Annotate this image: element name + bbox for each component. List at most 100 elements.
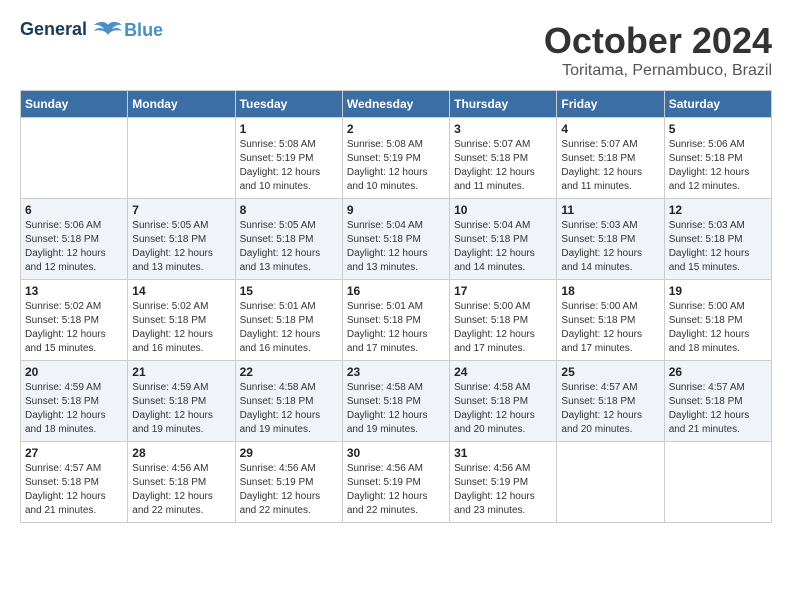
calendar-day-cell: 6Sunrise: 5:06 AM Sunset: 5:18 PM Daylig… [21, 199, 128, 280]
day-number: 28 [132, 446, 230, 460]
day-number: 29 [240, 446, 338, 460]
col-saturday: Saturday [664, 91, 771, 118]
day-detail: Sunrise: 5:08 AM Sunset: 5:19 PM Dayligh… [240, 138, 338, 194]
logo: General Blue [20, 20, 163, 41]
calendar-day-cell: 24Sunrise: 4:58 AM Sunset: 5:18 PM Dayli… [450, 361, 557, 442]
day-number: 31 [454, 446, 552, 460]
calendar-day-cell: 4 Sunrise: 5:07 AM Sunset: 5:18 PM Daylig… [557, 118, 664, 199]
calendar-day-cell [21, 118, 128, 199]
day-number: 12 [669, 203, 767, 217]
calendar-day-cell: 26 Sunrise: 4:57 AM Sunset: 5:18 PM Dayli… [664, 361, 771, 442]
day-number: 24 [454, 365, 552, 379]
day-detail: Sunrise: 5:04 AM Sunset: 5:18 PM Dayligh… [347, 219, 445, 275]
day-detail: Sunrise: 5:06 AM Sunset: 5:18 PM Dayligh… [669, 138, 767, 194]
day-number: 10 [454, 203, 552, 217]
calendar-day-cell: 21Sunrise: 4:59 AM Sunset: 5:18 PM Dayli… [128, 361, 235, 442]
day-detail: Sunrise: 5:03 AM Sunset: 5:18 PM Dayligh… [561, 219, 659, 275]
calendar-day-cell: 8 Sunrise: 5:05 AM Sunset: 5:18 PM Daylig… [235, 199, 342, 280]
day-detail: Sunrise: 4:57 AM Sunset: 5:18 PM Dayligh… [25, 462, 123, 518]
calendar-day-cell: 15 Sunrise: 5:01 AM Sunset: 5:18 PM Dayli… [235, 280, 342, 361]
calendar-day-cell: 2 Sunrise: 5:08 AM Sunset: 5:19 PM Daylig… [342, 118, 449, 199]
day-detail: Sunrise: 4:56 AM Sunset: 5:19 PM Dayligh… [454, 462, 552, 518]
day-number: 30 [347, 446, 445, 460]
day-number: 5 [669, 122, 767, 136]
col-friday: Friday [557, 91, 664, 118]
day-detail: Sunrise: 5:00 AM Sunset: 5:18 PM Dayligh… [561, 300, 659, 356]
logo-text: General [20, 20, 122, 40]
calendar-day-cell [557, 442, 664, 523]
day-number: 22 [240, 365, 338, 379]
day-number: 14 [132, 284, 230, 298]
day-detail: Sunrise: 5:00 AM Sunset: 5:18 PM Dayligh… [669, 300, 767, 356]
day-number: 15 [240, 284, 338, 298]
day-number: 26 [669, 365, 767, 379]
calendar-week-row: 1 Sunrise: 5:08 AM Sunset: 5:19 PM Daylig… [21, 118, 772, 199]
calendar-day-cell: 30Sunrise: 4:56 AM Sunset: 5:19 PM Dayli… [342, 442, 449, 523]
day-number: 27 [25, 446, 123, 460]
day-detail: Sunrise: 4:58 AM Sunset: 5:18 PM Dayligh… [347, 381, 445, 437]
logo-bird-icon [94, 21, 122, 41]
day-number: 4 [561, 122, 659, 136]
calendar-day-cell [128, 118, 235, 199]
calendar-day-cell: 1 Sunrise: 5:08 AM Sunset: 5:19 PM Daylig… [235, 118, 342, 199]
day-detail: Sunrise: 4:56 AM Sunset: 5:18 PM Dayligh… [132, 462, 230, 518]
day-number: 2 [347, 122, 445, 136]
calendar-day-cell: 9 Sunrise: 5:04 AM Sunset: 5:18 PM Daylig… [342, 199, 449, 280]
calendar-day-cell: 23 Sunrise: 4:58 AM Sunset: 5:18 PM Dayli… [342, 361, 449, 442]
calendar-day-cell: 18 Sunrise: 5:00 AM Sunset: 5:18 PM Dayli… [557, 280, 664, 361]
day-number: 8 [240, 203, 338, 217]
calendar-day-cell: 3 Sunrise: 5:07 AM Sunset: 5:18 PM Daylig… [450, 118, 557, 199]
col-tuesday: Tuesday [235, 91, 342, 118]
col-sunday: Sunday [21, 91, 128, 118]
col-thursday: Thursday [450, 91, 557, 118]
day-detail: Sunrise: 5:07 AM Sunset: 5:18 PM Dayligh… [454, 138, 552, 194]
calendar-day-cell: 16 Sunrise: 5:01 AM Sunset: 5:18 PM Dayli… [342, 280, 449, 361]
day-number: 23 [347, 365, 445, 379]
calendar-week-row: 20 Sunrise: 4:59 AM Sunset: 5:18 PM Dayli… [21, 361, 772, 442]
day-number: 17 [454, 284, 552, 298]
col-monday: Monday [128, 91, 235, 118]
calendar-day-cell: 22Sunrise: 4:58 AM Sunset: 5:18 PM Dayli… [235, 361, 342, 442]
calendar-day-cell: 19 Sunrise: 5:00 AM Sunset: 5:18 PM Dayli… [664, 280, 771, 361]
day-number: 11 [561, 203, 659, 217]
day-detail: Sunrise: 4:57 AM Sunset: 5:18 PM Dayligh… [561, 381, 659, 437]
calendar-day-cell: 10 Sunrise: 5:04 AM Sunset: 5:18 PM Dayli… [450, 199, 557, 280]
calendar-day-cell: 17Sunrise: 5:00 AM Sunset: 5:18 PM Dayli… [450, 280, 557, 361]
day-number: 7 [132, 203, 230, 217]
calendar-week-row: 6Sunrise: 5:06 AM Sunset: 5:18 PM Daylig… [21, 199, 772, 280]
col-wednesday: Wednesday [342, 91, 449, 118]
day-detail: Sunrise: 5:05 AM Sunset: 5:18 PM Dayligh… [240, 219, 338, 275]
day-detail: Sunrise: 5:03 AM Sunset: 5:18 PM Dayligh… [669, 219, 767, 275]
calendar-day-cell: 31 Sunrise: 4:56 AM Sunset: 5:19 PM Dayli… [450, 442, 557, 523]
day-detail: Sunrise: 4:59 AM Sunset: 5:18 PM Dayligh… [25, 381, 123, 437]
day-number: 20 [25, 365, 123, 379]
logo-blue: Blue [124, 20, 163, 41]
calendar-day-cell: 11 Sunrise: 5:03 AM Sunset: 5:18 PM Dayli… [557, 199, 664, 280]
day-detail: Sunrise: 4:56 AM Sunset: 5:19 PM Dayligh… [240, 462, 338, 518]
day-number: 16 [347, 284, 445, 298]
calendar-day-cell: 14Sunrise: 5:02 AM Sunset: 5:18 PM Dayli… [128, 280, 235, 361]
day-detail: Sunrise: 5:04 AM Sunset: 5:18 PM Dayligh… [454, 219, 552, 275]
calendar-day-cell: 25Sunrise: 4:57 AM Sunset: 5:18 PM Dayli… [557, 361, 664, 442]
month-title: October 2024 [544, 20, 772, 62]
day-detail: Sunrise: 4:57 AM Sunset: 5:18 PM Dayligh… [669, 381, 767, 437]
page-header: General Blue October 2024 Toritama, Pern… [20, 20, 772, 80]
day-detail: Sunrise: 5:08 AM Sunset: 5:19 PM Dayligh… [347, 138, 445, 194]
day-number: 9 [347, 203, 445, 217]
calendar-day-cell: 20 Sunrise: 4:59 AM Sunset: 5:18 PM Dayli… [21, 361, 128, 442]
day-number: 3 [454, 122, 552, 136]
day-number: 18 [561, 284, 659, 298]
calendar-table: Sunday Monday Tuesday Wednesday Thursday… [20, 90, 772, 523]
calendar-week-row: 13Sunrise: 5:02 AM Sunset: 5:18 PM Dayli… [21, 280, 772, 361]
calendar-day-cell: 13Sunrise: 5:02 AM Sunset: 5:18 PM Dayli… [21, 280, 128, 361]
calendar-day-cell: 12 Sunrise: 5:03 AM Sunset: 5:18 PM Dayli… [664, 199, 771, 280]
day-detail: Sunrise: 5:07 AM Sunset: 5:18 PM Dayligh… [561, 138, 659, 194]
calendar-day-cell: 28 Sunrise: 4:56 AM Sunset: 5:18 PM Dayli… [128, 442, 235, 523]
day-detail: Sunrise: 5:06 AM Sunset: 5:18 PM Dayligh… [25, 219, 123, 275]
title-area: October 2024 Toritama, Pernambuco, Brazi… [544, 20, 772, 80]
day-detail: Sunrise: 5:01 AM Sunset: 5:18 PM Dayligh… [347, 300, 445, 356]
day-number: 1 [240, 122, 338, 136]
day-number: 19 [669, 284, 767, 298]
calendar-header-row: Sunday Monday Tuesday Wednesday Thursday… [21, 91, 772, 118]
day-detail: Sunrise: 5:01 AM Sunset: 5:18 PM Dayligh… [240, 300, 338, 356]
